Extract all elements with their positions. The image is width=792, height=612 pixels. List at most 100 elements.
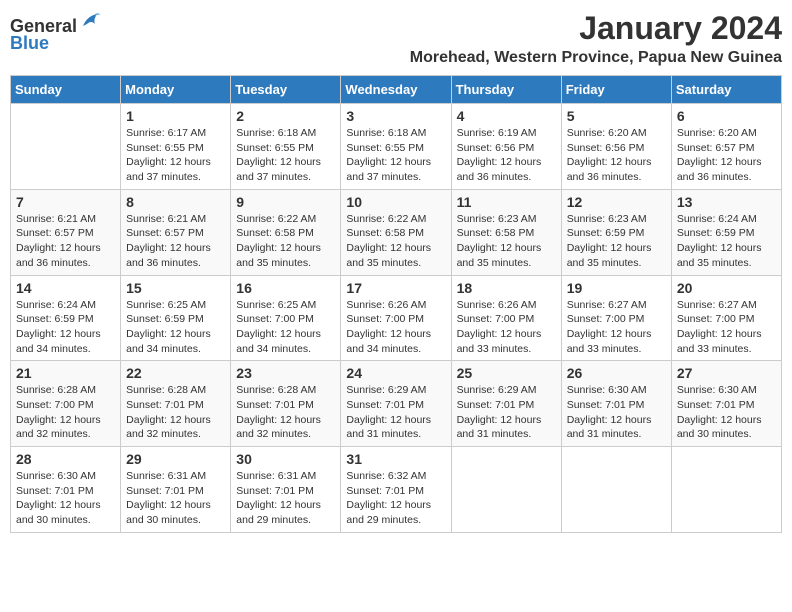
- day-number: 8: [126, 194, 225, 210]
- table-row: 13 Sunrise: 6:24 AM Sunset: 6:59 PM Dayl…: [671, 189, 781, 275]
- sunset-text: Sunset: 7:01 PM: [346, 485, 424, 497]
- sunrise-text: Sunrise: 6:20 AM: [677, 127, 757, 139]
- daylight-text: Daylight: 12 hours and 31 minutes.: [346, 414, 431, 441]
- day-info: Sunrise: 6:18 AM Sunset: 6:55 PM Dayligh…: [346, 126, 445, 185]
- day-info: Sunrise: 6:24 AM Sunset: 6:59 PM Dayligh…: [677, 212, 776, 271]
- sunrise-text: Sunrise: 6:28 AM: [236, 384, 316, 396]
- calendar-week-row: 21 Sunrise: 6:28 AM Sunset: 7:00 PM Dayl…: [11, 361, 782, 447]
- day-number: 28: [16, 451, 115, 467]
- logo: General Blue: [10, 10, 101, 54]
- sunset-text: Sunset: 7:01 PM: [16, 485, 94, 497]
- table-row: 22 Sunrise: 6:28 AM Sunset: 7:01 PM Dayl…: [121, 361, 231, 447]
- daylight-text: Daylight: 12 hours and 30 minutes.: [677, 414, 762, 441]
- sunset-text: Sunset: 6:59 PM: [567, 227, 645, 239]
- sunrise-text: Sunrise: 6:30 AM: [16, 470, 96, 482]
- daylight-text: Daylight: 12 hours and 37 minutes.: [346, 156, 431, 183]
- sunrise-text: Sunrise: 6:27 AM: [567, 299, 647, 311]
- day-info: Sunrise: 6:30 AM Sunset: 7:01 PM Dayligh…: [567, 383, 666, 442]
- daylight-text: Daylight: 12 hours and 29 minutes.: [236, 499, 321, 526]
- table-row: 1 Sunrise: 6:17 AM Sunset: 6:55 PM Dayli…: [121, 104, 231, 190]
- daylight-text: Daylight: 12 hours and 36 minutes.: [126, 242, 211, 269]
- col-wednesday: Wednesday: [341, 76, 451, 104]
- sunset-text: Sunset: 7:00 PM: [346, 313, 424, 325]
- day-info: Sunrise: 6:28 AM Sunset: 7:01 PM Dayligh…: [236, 383, 335, 442]
- day-number: 4: [457, 108, 556, 124]
- day-info: Sunrise: 6:17 AM Sunset: 6:55 PM Dayligh…: [126, 126, 225, 185]
- daylight-text: Daylight: 12 hours and 29 minutes.: [346, 499, 431, 526]
- table-row: 25 Sunrise: 6:29 AM Sunset: 7:01 PM Dayl…: [451, 361, 561, 447]
- sunset-text: Sunset: 6:59 PM: [126, 313, 204, 325]
- daylight-text: Daylight: 12 hours and 33 minutes.: [677, 328, 762, 355]
- table-row: [451, 447, 561, 533]
- sunrise-text: Sunrise: 6:23 AM: [567, 213, 647, 225]
- calendar-week-row: 28 Sunrise: 6:30 AM Sunset: 7:01 PM Dayl…: [11, 447, 782, 533]
- sunset-text: Sunset: 6:59 PM: [677, 227, 755, 239]
- sunrise-text: Sunrise: 6:20 AM: [567, 127, 647, 139]
- sunset-text: Sunset: 6:58 PM: [346, 227, 424, 239]
- table-row: 17 Sunrise: 6:26 AM Sunset: 7:00 PM Dayl…: [341, 275, 451, 361]
- sunrise-text: Sunrise: 6:22 AM: [346, 213, 426, 225]
- sunset-text: Sunset: 6:56 PM: [567, 142, 645, 154]
- day-info: Sunrise: 6:26 AM Sunset: 7:00 PM Dayligh…: [346, 298, 445, 357]
- daylight-text: Daylight: 12 hours and 37 minutes.: [126, 156, 211, 183]
- daylight-text: Daylight: 12 hours and 35 minutes.: [677, 242, 762, 269]
- sunset-text: Sunset: 7:01 PM: [126, 485, 204, 497]
- table-row: 7 Sunrise: 6:21 AM Sunset: 6:57 PM Dayli…: [11, 189, 121, 275]
- col-sunday: Sunday: [11, 76, 121, 104]
- day-info: Sunrise: 6:28 AM Sunset: 7:00 PM Dayligh…: [16, 383, 115, 442]
- table-row: [11, 104, 121, 190]
- table-row: 31 Sunrise: 6:32 AM Sunset: 7:01 PM Dayl…: [341, 447, 451, 533]
- day-info: Sunrise: 6:32 AM Sunset: 7:01 PM Dayligh…: [346, 469, 445, 528]
- day-info: Sunrise: 6:25 AM Sunset: 7:00 PM Dayligh…: [236, 298, 335, 357]
- calendar-week-row: 7 Sunrise: 6:21 AM Sunset: 6:57 PM Dayli…: [11, 189, 782, 275]
- sunset-text: Sunset: 7:01 PM: [236, 485, 314, 497]
- day-number: 12: [567, 194, 666, 210]
- table-row: 16 Sunrise: 6:25 AM Sunset: 7:00 PM Dayl…: [231, 275, 341, 361]
- subtitle: Morehead, Western Province, Papua New Gu…: [410, 49, 782, 67]
- sunset-text: Sunset: 7:01 PM: [236, 399, 314, 411]
- table-row: 10 Sunrise: 6:22 AM Sunset: 6:58 PM Dayl…: [341, 189, 451, 275]
- daylight-text: Daylight: 12 hours and 35 minutes.: [457, 242, 542, 269]
- daylight-text: Daylight: 12 hours and 36 minutes.: [677, 156, 762, 183]
- sunset-text: Sunset: 6:57 PM: [126, 227, 204, 239]
- day-number: 22: [126, 365, 225, 381]
- table-row: 3 Sunrise: 6:18 AM Sunset: 6:55 PM Dayli…: [341, 104, 451, 190]
- sunrise-text: Sunrise: 6:26 AM: [457, 299, 537, 311]
- day-number: 23: [236, 365, 335, 381]
- day-number: 13: [677, 194, 776, 210]
- table-row: 21 Sunrise: 6:28 AM Sunset: 7:00 PM Dayl…: [11, 361, 121, 447]
- calendar-week-row: 1 Sunrise: 6:17 AM Sunset: 6:55 PM Dayli…: [11, 104, 782, 190]
- day-number: 16: [236, 280, 335, 296]
- day-number: 2: [236, 108, 335, 124]
- sunset-text: Sunset: 6:57 PM: [16, 227, 94, 239]
- sunset-text: Sunset: 7:00 PM: [677, 313, 755, 325]
- table-row: 27 Sunrise: 6:30 AM Sunset: 7:01 PM Dayl…: [671, 361, 781, 447]
- day-info: Sunrise: 6:20 AM Sunset: 6:56 PM Dayligh…: [567, 126, 666, 185]
- day-info: Sunrise: 6:23 AM Sunset: 6:58 PM Dayligh…: [457, 212, 556, 271]
- table-row: 14 Sunrise: 6:24 AM Sunset: 6:59 PM Dayl…: [11, 275, 121, 361]
- sunrise-text: Sunrise: 6:18 AM: [346, 127, 426, 139]
- daylight-text: Daylight: 12 hours and 34 minutes.: [346, 328, 431, 355]
- table-row: 26 Sunrise: 6:30 AM Sunset: 7:01 PM Dayl…: [561, 361, 671, 447]
- day-number: 19: [567, 280, 666, 296]
- daylight-text: Daylight: 12 hours and 32 minutes.: [236, 414, 321, 441]
- day-number: 17: [346, 280, 445, 296]
- daylight-text: Daylight: 12 hours and 32 minutes.: [126, 414, 211, 441]
- sunset-text: Sunset: 6:58 PM: [236, 227, 314, 239]
- day-info: Sunrise: 6:30 AM Sunset: 7:01 PM Dayligh…: [16, 469, 115, 528]
- sunrise-text: Sunrise: 6:32 AM: [346, 470, 426, 482]
- col-saturday: Saturday: [671, 76, 781, 104]
- logo-blue-text: Blue: [10, 33, 49, 54]
- table-row: 6 Sunrise: 6:20 AM Sunset: 6:57 PM Dayli…: [671, 104, 781, 190]
- sunset-text: Sunset: 6:58 PM: [457, 227, 535, 239]
- sunrise-text: Sunrise: 6:25 AM: [126, 299, 206, 311]
- sunrise-text: Sunrise: 6:22 AM: [236, 213, 316, 225]
- daylight-text: Daylight: 12 hours and 36 minutes.: [16, 242, 101, 269]
- sunset-text: Sunset: 7:00 PM: [16, 399, 94, 411]
- sunset-text: Sunset: 7:01 PM: [457, 399, 535, 411]
- sunrise-text: Sunrise: 6:28 AM: [16, 384, 96, 396]
- day-info: Sunrise: 6:22 AM Sunset: 6:58 PM Dayligh…: [346, 212, 445, 271]
- day-number: 20: [677, 280, 776, 296]
- table-row: 19 Sunrise: 6:27 AM Sunset: 7:00 PM Dayl…: [561, 275, 671, 361]
- table-row: 11 Sunrise: 6:23 AM Sunset: 6:58 PM Dayl…: [451, 189, 561, 275]
